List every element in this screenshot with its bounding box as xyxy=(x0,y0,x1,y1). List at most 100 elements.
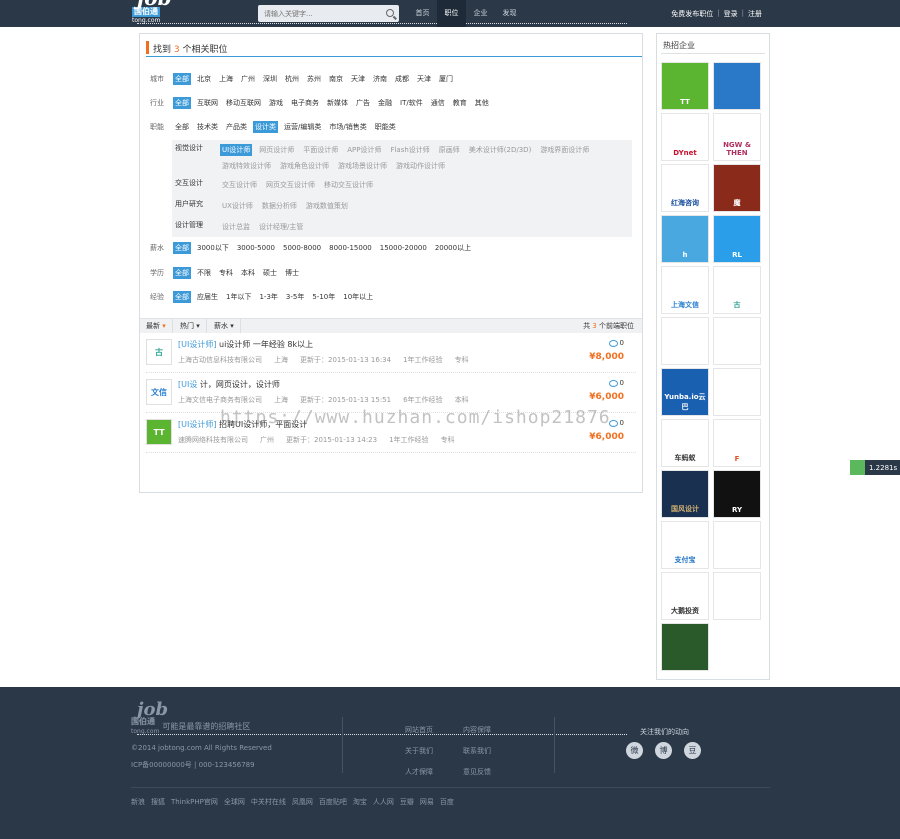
subcategory-option[interactable]: 交互设计师 xyxy=(220,177,259,193)
job-company[interactable]: 上海古动信息科技有限公司 xyxy=(178,356,262,364)
company-logo-tile[interactable]: 支付宝 xyxy=(661,521,709,569)
company-logo-tile[interactable]: 车蚂蚁 xyxy=(661,419,709,467)
company-logo-tile[interactable]: RL xyxy=(713,215,761,263)
search-icon[interactable] xyxy=(386,9,394,17)
subcategory-option[interactable]: 美术设计师(2D/3D) xyxy=(467,142,534,158)
nav-companies[interactable]: 企业 xyxy=(466,0,495,27)
filter-option[interactable]: 广州 xyxy=(239,73,257,85)
filter-option[interactable]: 博士 xyxy=(283,267,301,279)
filter-option[interactable]: 深圳 xyxy=(261,73,279,85)
footer-link-about[interactable]: 关于我们 xyxy=(405,746,463,756)
filter-option[interactable]: 全部 xyxy=(173,72,191,85)
filter-option[interactable]: 不限 xyxy=(195,267,213,279)
company-logo-tile[interactable]: NGW & THEN xyxy=(713,113,761,161)
filter-option[interactable]: 新媒体 xyxy=(325,97,350,109)
filter-option[interactable]: 本科 xyxy=(239,267,257,279)
partner-link[interactable]: 凤凰网 xyxy=(292,797,313,807)
company-logo-tile[interactable] xyxy=(713,62,761,110)
filter-option[interactable]: 15000-20000 xyxy=(378,242,429,254)
job-listing[interactable]: 古 [UI设计师] ui设计师 一年经验 8k以上 上海古动信息科技有限公司 上海 更新… xyxy=(146,337,636,373)
filter-option[interactable]: IT/软件 xyxy=(398,97,425,109)
company-logo-tile[interactable]: Yunba.io云巴 xyxy=(661,368,709,416)
sort-newest[interactable]: 最新 ▾ xyxy=(140,319,173,333)
filter-option[interactable]: 市场/销售类 xyxy=(327,121,368,133)
filter-option[interactable]: 杭州 xyxy=(283,73,301,85)
filter-option[interactable]: 全部 xyxy=(173,96,191,109)
partner-link[interactable]: 网易 xyxy=(420,797,434,807)
footer-link-home[interactable]: 网站首页 xyxy=(405,725,463,735)
filter-option[interactable]: 运营/编辑类 xyxy=(282,121,323,133)
nav-home[interactable]: 首页 xyxy=(408,0,437,27)
company-logo-tile[interactable]: DYnet xyxy=(661,113,709,161)
filter-option[interactable]: 厦门 xyxy=(437,73,455,85)
site-logo[interactable]: job 国伯通 tong.com xyxy=(131,0,627,24)
filter-option[interactable]: 3000-5000 xyxy=(235,242,277,254)
filter-option[interactable]: 20000以上 xyxy=(433,242,473,254)
wechat-icon[interactable]: 微 xyxy=(626,742,643,759)
subcategory-option[interactable]: 游戏场景设计师 xyxy=(336,158,389,174)
filter-option[interactable]: 上海 xyxy=(217,73,235,85)
filter-option[interactable]: 全部 xyxy=(173,241,191,254)
company-logo-tile[interactable] xyxy=(713,572,761,620)
post-job-link[interactable]: 免费发布职位 xyxy=(671,9,713,19)
subcategory-option[interactable]: 设计经理/主管 xyxy=(257,219,305,235)
subcategory-option[interactable]: 网页交互设计师 xyxy=(264,177,317,193)
partner-link[interactable]: 豆瓣 xyxy=(400,797,414,807)
filter-option[interactable]: 产品类 xyxy=(224,121,249,133)
job-title-text[interactable]: ui设计师 一年经验 8k以上 xyxy=(219,340,313,349)
partner-link[interactable]: ThinkPHP官网 xyxy=(171,797,218,807)
subcategory-option[interactable]: 移动交互设计师 xyxy=(322,177,375,193)
filter-option[interactable]: 全部 xyxy=(173,266,191,279)
filter-option[interactable]: 南京 xyxy=(327,73,345,85)
nav-jobs[interactable]: 职位 xyxy=(437,0,466,27)
subcategory-option[interactable]: 原画师 xyxy=(437,142,462,158)
sort-hot[interactable]: 热门 ▾ xyxy=(174,319,207,333)
filter-option[interactable]: 济南 xyxy=(371,73,389,85)
subcategory-option[interactable]: 网页设计师 xyxy=(257,142,296,158)
company-logo-tile[interactable] xyxy=(713,317,761,365)
subcategory-option[interactable]: 游戏界面设计师 xyxy=(538,142,591,158)
filter-option[interactable]: 5000-8000 xyxy=(281,242,323,254)
douban-icon[interactable]: 豆 xyxy=(684,742,701,759)
company-logo[interactable]: TT xyxy=(146,419,172,445)
filter-option[interactable]: 北京 xyxy=(195,73,213,85)
filter-option[interactable]: 教育 xyxy=(451,97,469,109)
filter-option[interactable]: 全部 xyxy=(173,290,191,303)
partner-link[interactable]: 新浪 xyxy=(131,797,145,807)
filter-option[interactable]: 天津 xyxy=(415,73,433,85)
job-company[interactable]: 速腾网络科技有限公司 xyxy=(178,436,248,444)
filter-option[interactable]: 互联网 xyxy=(195,97,220,109)
company-logo-tile[interactable]: 魔 xyxy=(713,164,761,212)
filter-option[interactable]: 1年以下 xyxy=(224,291,253,303)
login-link[interactable]: 登录 xyxy=(724,9,738,19)
filter-option[interactable]: 移动互联网 xyxy=(224,97,263,109)
partner-link[interactable]: 人人网 xyxy=(373,797,394,807)
subcategory-option[interactable]: 平面设计师 xyxy=(301,142,340,158)
company-logo-tile[interactable] xyxy=(713,368,761,416)
subcategory-option[interactable]: UI设计师 xyxy=(220,144,253,156)
partner-link[interactable]: 百度贴吧 xyxy=(319,797,347,807)
company-logo-tile[interactable]: 上海文信 xyxy=(661,266,709,314)
comment-count[interactable]: 0 xyxy=(608,419,624,427)
filter-option[interactable]: 其他 xyxy=(473,97,491,109)
filter-option[interactable]: 职能类 xyxy=(373,121,398,133)
filter-option[interactable]: 3-5年 xyxy=(284,291,306,303)
filter-option[interactable]: 金融 xyxy=(376,97,394,109)
company-logo-tile[interactable]: 红海咨询 xyxy=(661,164,709,212)
filter-option[interactable]: 全部 xyxy=(173,121,191,133)
subcategory-option[interactable]: 游戏数值策划 xyxy=(304,198,350,214)
company-logo-tile[interactable]: 国风设计 xyxy=(661,470,709,518)
filter-option[interactable]: 通信 xyxy=(429,97,447,109)
partner-link[interactable]: 百度 xyxy=(440,797,454,807)
company-logo-tile[interactable]: RY xyxy=(713,470,761,518)
company-logo-tile[interactable] xyxy=(713,521,761,569)
company-logo-tile[interactable]: TT xyxy=(661,62,709,110)
job-title-text[interactable]: 计，网页设计，设计师 xyxy=(200,380,280,389)
filter-option[interactable]: 苏州 xyxy=(305,73,323,85)
filter-option[interactable]: 广告 xyxy=(354,97,372,109)
footer-link-content[interactable]: 内容保障 xyxy=(463,725,521,735)
filter-option[interactable]: 3000以下 xyxy=(195,242,231,254)
filter-option[interactable]: 技术类 xyxy=(195,121,220,133)
job-title[interactable]: [UI设计师] ui设计师 一年经验 8k以上 xyxy=(178,339,313,350)
partner-link[interactable]: 全球网 xyxy=(224,797,245,807)
